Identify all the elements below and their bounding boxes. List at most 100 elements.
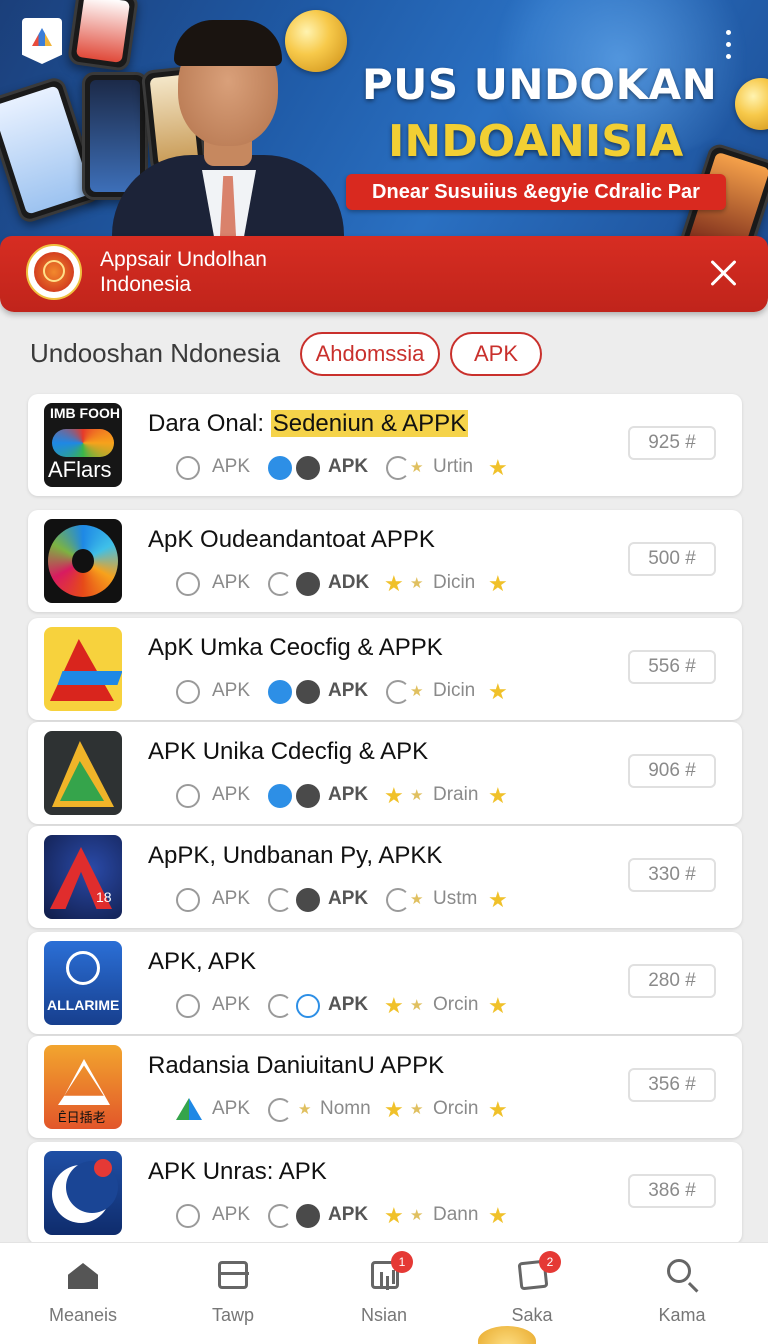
star-icon: ★ (488, 783, 508, 808)
download-count: 280 # (628, 964, 716, 998)
info-icon (176, 994, 200, 1018)
download-count: 356 # (628, 1068, 716, 1102)
meta-label: Ustm (433, 888, 478, 909)
search-icon (665, 1257, 699, 1291)
blue-badge-icon (268, 784, 292, 808)
app-card[interactable]: 18 ApPK, Undbanan Py, APKK APK APK ★ Ust… (28, 826, 742, 928)
app-name: APK Unras: APK (148, 1158, 327, 1185)
refresh-icon (268, 1204, 292, 1228)
refresh-icon (268, 888, 292, 912)
star-icon: ★ (410, 1207, 424, 1224)
app-meta: APK ★ Nomn ★ ★ Orcin ★ (148, 1098, 508, 1124)
meta-label: APK (328, 1204, 369, 1225)
refresh-icon (386, 456, 410, 480)
meta-label: APK (328, 888, 369, 909)
meta-label: APK (328, 784, 369, 805)
star-icon: ★ (410, 683, 424, 700)
dark-badge-icon (296, 680, 320, 704)
app-name: APK Unika Cdecfig & APK (148, 738, 429, 765)
download-count: 386 # (628, 1174, 716, 1208)
app-card[interactable]: ALLARIME APK, APK APK APK ★ ★ Orcin ★ 28… (28, 932, 742, 1034)
star-icon: ★ (488, 571, 508, 596)
header-title-line2: Indonesia (100, 273, 192, 296)
refresh-icon (268, 572, 292, 596)
star-icon: ★ (410, 997, 424, 1014)
header-title-line1: Appsair Undolhan (100, 248, 267, 271)
app-icon-text: 18 (96, 889, 112, 905)
star-icon: ★ (488, 1097, 508, 1122)
dark-badge-icon (296, 572, 320, 596)
app-name: ApK Umka Ceocfig & APPK (148, 634, 443, 661)
app-icon: ALLARIME (44, 941, 122, 1025)
download-count: 500 # (628, 542, 716, 576)
app-icon (44, 519, 122, 603)
blue-badge-icon (268, 680, 292, 704)
meta-label: Orcin (433, 994, 479, 1015)
app-icon (44, 627, 122, 711)
dark-badge-icon (296, 888, 320, 912)
nav-item-tawp[interactable]: Tawp (158, 1243, 308, 1344)
dark-badge-icon (296, 1204, 320, 1228)
info-icon (176, 680, 200, 704)
app-meta: APK APK ★ Dicin ★ (148, 680, 508, 706)
meta-label: Dann (433, 1204, 479, 1225)
star-icon: ★ (384, 993, 404, 1018)
app-name: ApK Oudeandantoat APPK (148, 526, 435, 553)
dark-badge-icon (296, 784, 320, 808)
more-menu-icon[interactable] (720, 28, 736, 62)
filter-chip-apk[interactable]: APK (450, 332, 542, 376)
meta-label: Orcin (433, 1098, 479, 1119)
info-icon (176, 1204, 200, 1228)
app-card[interactable]: APK Unras: APK APK APK ★ ★ Dann ★ 386 # (28, 1142, 742, 1244)
app-meta: APK APK ★ ★ Orcin ★ (148, 994, 508, 1020)
meta-label: Nomn (320, 1098, 371, 1119)
nav-item-kama[interactable]: Kama (607, 1243, 757, 1344)
verified-icon (296, 994, 320, 1018)
star-icon: ★ (488, 455, 508, 480)
android-icon (176, 1098, 202, 1120)
hero-title: PUS UNDOKAN (362, 60, 718, 109)
notification-badge: 2 (539, 1251, 561, 1273)
nav-label: Tawp (211, 1305, 255, 1325)
box-icon (216, 1257, 250, 1291)
app-card[interactable]: APK Unika Cdecfig & APK APK APK ★ ★ Drai… (28, 722, 742, 824)
close-icon[interactable] (704, 254, 744, 294)
meta-label: APK (212, 888, 251, 909)
meta-label: APK (328, 456, 369, 477)
star-icon: ★ (488, 887, 508, 912)
nav-label: Saka (511, 1305, 553, 1325)
app-meta: APK ADK ★ ★ Dicin ★ (148, 572, 508, 598)
nav-item-meaneis[interactable]: Meaneis (8, 1243, 158, 1344)
app-card[interactable]: ApK Umka Ceocfig & APPK APK APK ★ Dicin … (28, 618, 742, 720)
info-icon (176, 572, 200, 596)
app-icon-text: ALLARIME (47, 997, 120, 1013)
app-card[interactable]: Ê日插老 Radansia DaniuitanU APPK APK ★ Nomn… (28, 1036, 742, 1138)
meta-label: APK (328, 994, 369, 1015)
app-icon: IMB FOOH AFlars (44, 403, 122, 487)
nav-item-saka[interactable]: 2 Saka (457, 1243, 607, 1344)
bottom-nav: Meaneis Tawp 1 Nsian 2 Saka Kama (0, 1242, 768, 1344)
app-card[interactable]: ApK Oudeandantoat APPK APK ADK ★ ★ Dicin… (28, 510, 742, 612)
app-header-bar: Appsair Undolhan Indonesia (0, 236, 768, 312)
star-icon: ★ (384, 571, 404, 596)
nav-label: Meaneis (48, 1305, 118, 1325)
star-icon: ★ (410, 1101, 424, 1118)
meta-label: ADK (328, 572, 370, 593)
refresh-icon (386, 680, 410, 704)
meta-label: APK (212, 680, 251, 701)
meta-label: APK (212, 456, 251, 477)
app-meta: APK APK ★ ★ Dann ★ (148, 1204, 508, 1230)
star-icon: ★ (384, 783, 404, 808)
filter-chip-ahdomssia[interactable]: Ahdomssia (300, 332, 440, 376)
app-meta: APK APK ★ ★ Drain ★ (148, 784, 508, 810)
star-icon: ★ (488, 993, 508, 1018)
app-icon (44, 1151, 122, 1235)
star-icon: ★ (384, 1097, 404, 1122)
app-card[interactable]: IMB FOOH AFlars Dara Onal: Sedeniun & AP… (28, 394, 742, 496)
app-meta: APK APK ★ Urtin ★ (148, 456, 508, 482)
meta-label: APK (328, 680, 369, 701)
emblem-icon (26, 244, 82, 300)
app-name: Dara Onal: Sedeniun & APPK (148, 410, 469, 437)
nav-item-nsian[interactable]: 1 Nsian (309, 1243, 459, 1344)
notification-badge: 1 (391, 1251, 413, 1273)
